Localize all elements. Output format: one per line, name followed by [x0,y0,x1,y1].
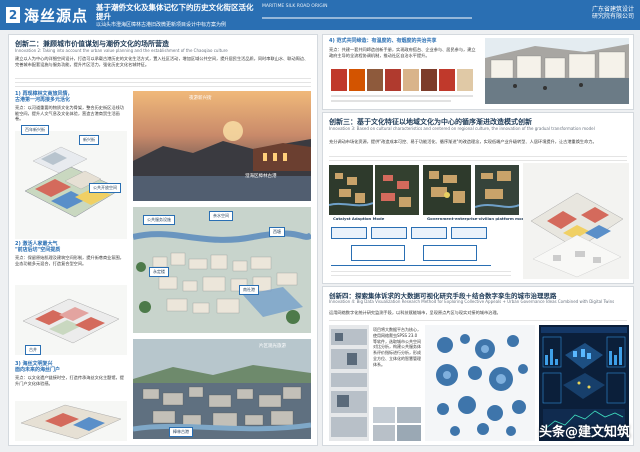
bubble-diagram [425,325,535,441]
tag-6: 亲水空间 [209,211,233,221]
photo-town-aerial [133,339,311,439]
left-panel: 创新二：兼顾城市价值谋划与潮侨文化的场所营造 Innovation 2: Tak… [8,34,318,446]
flow-box-3 [411,227,447,239]
point-1-text: 亮点：以河道重要的物质文化为骨架，整合历史街区沿线功能空间，提升人文气息及文化体… [15,105,124,121]
section-number: 2 [6,7,20,23]
tag-2: 新兴街 [79,135,99,145]
catalyst-map-2 [375,165,419,215]
tag-5: 公共服务设施 [143,215,175,225]
caption-night-tour: 夜游新兴街 [189,96,212,101]
flow-box-6 [423,245,477,261]
tag-9: 南社港 [239,285,259,295]
header-band: 2 海丝源点 基于潮侨文化及集体记忆下的历史文化街区活化提升 以汕头市澄海区樟林… [0,0,640,30]
data-thumbnails [373,407,421,441]
photo-riverside-sunset [133,91,311,201]
tag-1: 百年新兴街 [21,125,49,135]
axonometric-block-3 [15,401,127,441]
tag-10: 樟林古港 [169,427,193,437]
tag-7: 西塘 [269,227,285,237]
caption-tourism: 片区观光旅游 [259,344,286,349]
data-collage [329,325,369,441]
catalyst-map-1 [329,165,373,215]
watermark: 头条@建文知筑 [538,425,630,440]
innovation4-textblock: 项目将大数据平台为核心，使用网络爬虫SPSS 23.0等软件，选取城市公共空间对… [373,327,421,367]
catalyst-label: Catalyst Adaption Mode [333,216,385,221]
company-logo: 广东省建筑设计研究院有限公司 [591,6,634,20]
right-top-panel: 4) 范式共同缔造：有温度的、有烟度的共治共享 亮点：共建一套共同缔造创新手册，… [322,34,634,110]
cocreation-text: 亮点：共建一套共同缔造创新手册，实现政府搭台、企业参与、居民参与，建立政府主导的… [329,47,476,58]
tag-3: 公共开放空间 [89,183,121,193]
tag-8: 永定楼 [149,267,169,277]
cocreation-manual-covers [329,67,479,105]
point-2-heading: 2) 激活人家最大气 "前店后坊"空间提质 [15,241,61,253]
flow-box-1 [331,227,367,239]
innovation4-paragraph: 运用网络数字化统计研究监测手段，以科技赋能城市，呈现原点片区与现实对接的城市治理… [329,310,501,315]
photo-street-render [485,38,629,104]
tag-4: 古井 [25,345,41,355]
flow-box-5 [351,245,405,261]
header-divider [262,17,472,19]
point-2-text: 亮点：保留原始肌理及建筑空间形制，提升街巷商业氛围，业态功能多元混合，打造复合型… [15,255,124,266]
page-title: 海丝源点 [24,7,89,25]
catalyst-map-3 [423,165,471,215]
flow-box-4 [451,227,487,239]
flow-notes [331,268,511,278]
point-3-heading: 3) 海丝文明复兴 面向未来的海丝门户 [15,361,61,373]
point-1-heading: 1) 再现樟林文商旅风情， 古港第一河再接多元活化 [15,91,73,103]
innovation3-paragraph: 充分调动市场化资源，提供"改造成本可控、易于功能活化、循序渐进"的改造理念，实现… [329,139,597,144]
innovation3-en: Innovation 3: Based on cultural characte… [329,126,595,131]
isometric-model [523,163,629,279]
flow-box-2 [371,227,407,239]
caption-chenghai: 澄海区樟林古港 [245,174,277,179]
point-3-text: 亮点：以文化遗产链接时空，打造传承海丝文化主题馆，提升门户文化体验感。 [15,375,124,386]
right-mid-panel: 创新三：基于文化特征以地域文化为中心的循序渐进改造模式创新 Innovation… [322,112,634,284]
left-section-en: Innovation 2: Taking into account the ur… [15,48,228,53]
subtitle-main: 基于潮侨文化及集体记忆下的历史文化街区活化提升 以汕头市澄海区樟林古港旧改微更新… [96,3,254,28]
platform-map [475,165,519,215]
innovation3-en-paragraph [329,153,627,161]
left-paragraph: 建立以人为中心的详细空间设计，打造可以承载古港历史的文化生活方式，置入社区活动，… [15,56,309,67]
platform-label: Government-enterprise-civilian platform … [427,216,528,221]
innovation4-en: Innovation 4: Big Data Visualization Res… [329,299,615,304]
cocreation-title: 4) 范式共同缔造：有温度的、有烟度的共治共享 [329,38,437,44]
innovation4-en-paragraph [329,317,627,321]
flow-line [331,265,491,266]
left-paragraph-en [15,75,311,88]
english-title: MARITIME SILK ROAD ORIGIN [262,4,328,9]
